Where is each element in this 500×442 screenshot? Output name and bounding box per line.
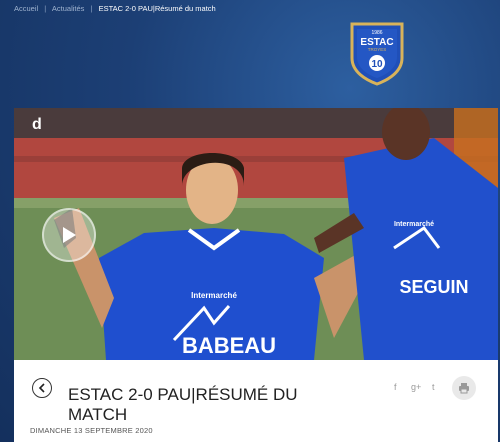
- svg-text:Intermarché: Intermarché: [394, 221, 434, 228]
- breadcrumb: Accueil | Actualités | ESTAC 2-0 PAU|Rés…: [14, 4, 216, 13]
- twitter-share-icon[interactable]: t: [432, 382, 435, 392]
- facebook-share-icon[interactable]: f: [394, 382, 397, 392]
- svg-text:TROYES: TROYES: [368, 47, 387, 52]
- breadcrumb-separator: |: [90, 4, 93, 13]
- print-button[interactable]: [452, 376, 476, 400]
- svg-text:SEGUIN: SEGUIN: [399, 277, 468, 297]
- article-title: ESTAC 2-0 PAU|RÉSUMÉ DU MATCH: [68, 385, 298, 425]
- play-icon: [63, 227, 76, 243]
- svg-text:Intermarché: Intermarché: [191, 291, 237, 300]
- back-button[interactable]: [32, 378, 52, 398]
- breadcrumb-current: ESTAC 2-0 PAU|Résumé du match: [98, 4, 216, 13]
- play-button[interactable]: [42, 208, 96, 262]
- chevron-left-icon: [38, 383, 45, 393]
- match-video[interactable]: BABEAU Intermarché SEGUIN Intermarché d: [14, 108, 498, 360]
- print-icon: [459, 383, 469, 394]
- breadcrumb-home[interactable]: Accueil: [14, 4, 38, 13]
- article-date: DIMANCHE 13 SEPTEMBRE 2020: [30, 426, 153, 435]
- video-provider-logo: d: [32, 116, 42, 133]
- breadcrumb-news[interactable]: Actualités: [52, 4, 85, 13]
- breadcrumb-separator: |: [44, 4, 47, 13]
- club-logo[interactable]: 1986 ESTAC TROYES 10: [348, 20, 406, 86]
- google-plus-share-icon[interactable]: g+: [411, 382, 421, 392]
- article-card: ESTAC 2-0 PAU|RÉSUMÉ DU MATCH DIMANCHE 1…: [14, 360, 498, 442]
- svg-text:10: 10: [371, 59, 383, 70]
- svg-text:BABEAU: BABEAU: [182, 333, 276, 358]
- svg-text:1986: 1986: [371, 30, 382, 36]
